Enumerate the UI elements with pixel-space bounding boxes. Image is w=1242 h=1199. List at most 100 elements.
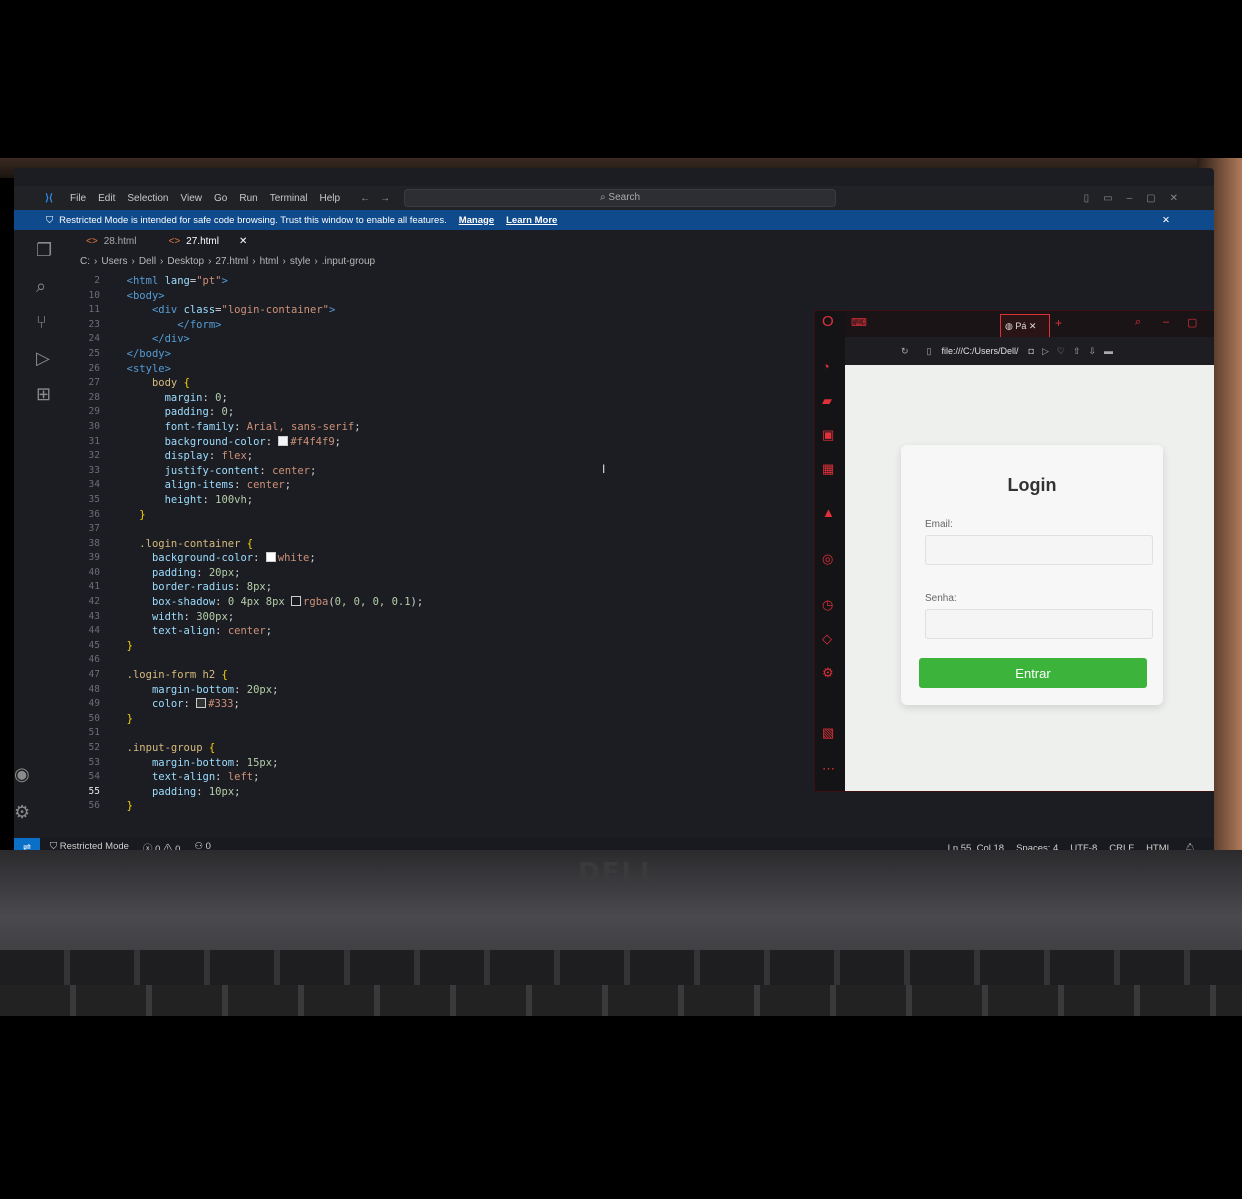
code-line[interactable]: 45 } [54, 639, 814, 654]
opera-logo-icon[interactable]: O [822, 313, 834, 330]
code-line[interactable]: 37 [54, 522, 814, 537]
player-icon[interactable]: ◎ [822, 551, 833, 567]
close-tab-icon[interactable]: ✕ [1029, 321, 1037, 331]
email-field[interactable] [925, 535, 1153, 565]
toolbar-icons[interactable]: ◘▷♡⇧⇩▬ [1029, 346, 1122, 357]
code-line[interactable]: 43 width: 300px; [54, 610, 814, 625]
menu-file[interactable]: File [70, 193, 86, 204]
code-line[interactable]: 33 justify-content: center; [54, 464, 814, 479]
browser-tab[interactable]: ◍ Pá ✕ [1000, 314, 1050, 337]
code-line[interactable]: 23 </form> [54, 318, 814, 333]
breadcrumb-item[interactable]: Desktop [167, 256, 204, 267]
code-line[interactable]: 28 margin: 0; [54, 391, 814, 406]
extensions-icon[interactable]: ⊞ [36, 384, 51, 405]
menu-terminal[interactable]: Terminal [270, 193, 308, 204]
code-line[interactable]: 10 <body> [54, 289, 814, 304]
breadcrumb-item[interactable]: C: [80, 256, 90, 267]
menu-help[interactable]: Help [320, 193, 341, 204]
panel-icon[interactable]: ▭ [1103, 193, 1112, 204]
gamepad-icon[interactable]: ⌨ [851, 316, 867, 329]
source-control-icon[interactable]: ⑂ [36, 312, 47, 333]
command-search[interactable]: ⌕ Search [404, 189, 837, 207]
code-line[interactable]: 52 .input-group { [54, 741, 814, 756]
run-debug-icon[interactable]: ▷ [36, 348, 50, 369]
account-icon[interactable]: ◉ [14, 764, 30, 785]
code-line[interactable]: 25 </body> [54, 347, 814, 362]
code-line[interactable]: 24 </div> [54, 332, 814, 347]
calendar-icon[interactable]: ▦ [822, 461, 834, 477]
forward-arrow-icon[interactable]: → [380, 193, 390, 204]
password-field[interactable] [925, 609, 1153, 639]
code-line[interactable]: 53 margin-bottom: 15px; [54, 756, 814, 771]
reload-icon[interactable]: ↻ [901, 346, 909, 357]
code-line[interactable]: 51 [54, 726, 814, 741]
menu-selection[interactable]: Selection [127, 193, 168, 204]
code-line[interactable]: 34 align-items: center; [54, 478, 814, 493]
settings-icon[interactable]: ⚙ [822, 665, 834, 681]
manage-link[interactable]: Manage [459, 215, 494, 226]
twitch-icon[interactable]: ▣ [822, 427, 834, 443]
speed-dial-icon[interactable]: ◔ [822, 359, 830, 374]
menu-go[interactable]: Go [214, 193, 227, 204]
more-icon[interactable]: ⋯ [822, 761, 835, 777]
code-line[interactable]: 54 text-align: left; [54, 770, 814, 785]
code-line[interactable]: 41 border-radius: 8px; [54, 580, 814, 595]
code-line[interactable]: 46 [54, 653, 814, 668]
minimize-icon[interactable]: – [1163, 316, 1169, 328]
minimize-icon[interactable]: – [1127, 193, 1133, 204]
explorer-icon[interactable]: ❐ [36, 240, 52, 261]
address-input[interactable]: file:///C:/Users/Dell/ [942, 346, 1019, 356]
code-line[interactable]: 50 } [54, 712, 814, 727]
bag-icon[interactable]: ▰ [822, 393, 832, 409]
search-view-icon[interactable]: ⌕ [36, 276, 46, 297]
close-banner-icon[interactable]: ✕ [1162, 215, 1170, 226]
code-line[interactable]: 31 background-color: #f4f4f9; [54, 435, 814, 450]
breadcrumb-item[interactable]: Dell [139, 256, 156, 267]
cube-icon[interactable]: ◇ [822, 631, 832, 647]
code-line[interactable]: 2 <html lang="pt"> [54, 274, 814, 289]
history-icon[interactable]: ◷ [822, 597, 833, 613]
code-line[interactable]: 48 margin-bottom: 20px; [54, 683, 814, 698]
fire-icon[interactable]: ▲ [822, 505, 835, 520]
code-line[interactable]: 38 .login-container { [54, 537, 814, 552]
gallery-icon[interactable]: ▧ [822, 725, 834, 741]
code-line[interactable]: 39 background-color: white; [54, 551, 814, 566]
code-line[interactable]: 47 .login-form h2 { [54, 668, 814, 683]
code-line[interactable]: 55 padding: 10px; [54, 785, 814, 800]
code-line[interactable]: 32 display: flex; [54, 449, 814, 464]
breadcrumb-item[interactable]: Users [101, 256, 127, 267]
code-line[interactable]: 44 text-align: center; [54, 624, 814, 639]
layout-icon[interactable]: ▯ [1084, 193, 1090, 204]
code-line[interactable]: 49 color: #333; [54, 697, 814, 712]
tab-27-html[interactable]: <> 27.html ✕ [152, 236, 263, 247]
code-line[interactable]: 35 height: 100vh; [54, 493, 814, 508]
menu-edit[interactable]: Edit [98, 193, 115, 204]
code-line[interactable]: 30 font-family: Arial, sans-serif; [54, 420, 814, 435]
maximize-icon[interactable]: ▢ [1146, 193, 1155, 204]
search-icon[interactable]: ⌕ [1135, 316, 1141, 329]
code-line[interactable]: 27 body { [54, 376, 814, 391]
code-line[interactable]: 11 <div class="login-container"> [54, 303, 814, 318]
tab-28-html[interactable]: <> 28.html [70, 236, 152, 247]
code-line[interactable]: 36 } [54, 508, 814, 523]
breadcrumb-item[interactable]: 27.html [215, 256, 248, 267]
code-editor[interactable]: 2 <html lang="pt"> 10 <body> 11 <div class… [54, 274, 814, 814]
close-tab-icon[interactable]: ✕ [239, 236, 247, 247]
gear-icon[interactable]: ⚙ [14, 802, 30, 823]
back-arrow-icon[interactable]: ← [360, 193, 370, 204]
new-tab-icon[interactable]: + [1055, 316, 1062, 330]
menu-run[interactable]: Run [239, 193, 257, 204]
code-line[interactable]: 29 padding: 0; [54, 405, 814, 420]
breadcrumb-item[interactable]: style [290, 256, 311, 267]
code-line[interactable]: 40 padding: 20px; [54, 566, 814, 581]
breadcrumb-item[interactable]: html [260, 256, 279, 267]
code-line[interactable]: 26 <style> [54, 362, 814, 377]
maximize-icon[interactable]: ▢ [1187, 316, 1197, 329]
entrar-button[interactable]: Entrar [919, 658, 1147, 688]
breadcrumb-item[interactable]: .input-group [322, 256, 375, 267]
code-line[interactable]: 42 box-shadow: 0 4px 8px rgba(0, 0, 0, 0… [54, 595, 814, 610]
menu-view[interactable]: View [181, 193, 203, 204]
learn-more-link[interactable]: Learn More [506, 215, 557, 226]
code-line[interactable]: 56 } [54, 799, 814, 814]
close-window-icon[interactable]: ✕ [1170, 193, 1178, 204]
